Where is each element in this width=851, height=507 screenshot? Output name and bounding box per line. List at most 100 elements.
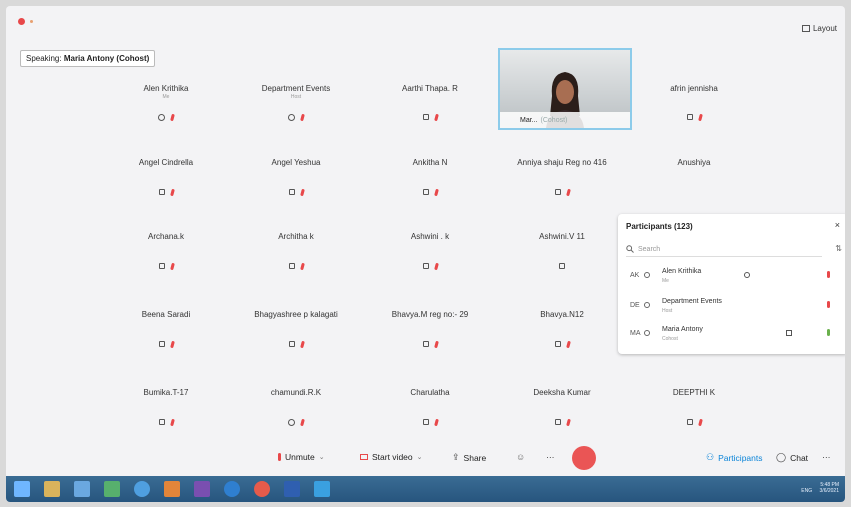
os-taskbar: ENG 5:48 PM 3/6/2021	[6, 476, 845, 502]
participant-tile[interactable]: Anniya shaju Reg no 416	[502, 158, 622, 228]
phone-icon	[158, 189, 165, 195]
file-explorer-icon[interactable]	[44, 481, 60, 497]
participants-button[interactable]: ⚇ Participants	[706, 452, 763, 463]
participant-tile[interactable]: Alen Krithika Me	[106, 84, 226, 154]
participant-name: Alen Krithika	[662, 268, 702, 275]
mic-muted-icon	[433, 340, 439, 349]
desktop-icon[interactable]	[74, 481, 90, 497]
video-name: Mar...	[520, 116, 538, 124]
word-icon[interactable]	[284, 481, 300, 497]
participant-role: Host	[662, 308, 673, 314]
mic-muted-icon	[169, 188, 175, 197]
top-bar: Layout	[6, 6, 845, 40]
participant-tile[interactable]: afrin jennisha	[634, 84, 754, 154]
mic-muted-icon	[433, 113, 439, 122]
speaking-name: Maria Antony (Cohost)	[63, 54, 150, 63]
participant-initials: DE	[630, 302, 640, 309]
participant-tile[interactable]: Bhagyashree p kalagati	[236, 310, 356, 380]
tile-name: Anushiya	[677, 158, 711, 167]
participant-tile[interactable]: Ashwini.V 11	[502, 232, 622, 302]
more-options-button[interactable]: ···	[822, 452, 831, 462]
participant-tile[interactable]: Angel Yeshua	[236, 158, 356, 228]
audio-icon	[644, 302, 650, 308]
participant-tile[interactable]: Aarthi Thapa. R	[370, 84, 490, 154]
mic-muted-icon	[169, 418, 175, 427]
tile-name: Department Events	[261, 84, 331, 93]
system-tray: ENG 5:48 PM 3/6/2021	[801, 482, 839, 494]
mic-active-icon[interactable]	[827, 329, 830, 336]
participant-row[interactable]: MA Maria Antony Cohost	[626, 324, 836, 350]
video-icon[interactable]	[786, 330, 792, 336]
participant-tile[interactable]: Archana.k	[106, 232, 226, 302]
phone-icon	[158, 419, 165, 425]
zoom-app-icon[interactable]	[314, 481, 330, 497]
close-icon[interactable]: ×	[835, 220, 840, 230]
tile-name: Alen Krithika	[143, 84, 189, 93]
phone-icon	[158, 263, 165, 269]
start-video-button[interactable]: Start video ⌄	[360, 452, 423, 462]
app-icon[interactable]	[104, 481, 120, 497]
start-menu-icon[interactable]	[14, 481, 30, 497]
participant-tile[interactable]: Bhavya.N12	[502, 310, 622, 380]
phone-icon	[422, 341, 429, 347]
tile-role: Me	[162, 94, 170, 100]
clock[interactable]: 5:48 PM 3/6/2021	[820, 482, 839, 494]
reactions-button[interactable]: ☺	[516, 452, 525, 462]
mic-muted-icon	[697, 418, 703, 427]
participants-search-input[interactable]: Search	[626, 242, 822, 257]
chrome-icon[interactable]	[254, 481, 270, 497]
participant-row[interactable]: DE Department Events Host	[626, 296, 836, 322]
leave-button[interactable]	[572, 446, 596, 470]
unmute-button[interactable]: Unmute ⌄	[278, 452, 325, 462]
onenote-icon[interactable]	[194, 481, 210, 497]
tile-name: Archana.k	[147, 232, 185, 241]
participant-tile[interactable]: Ankitha N	[370, 158, 490, 228]
mic-muted-icon	[565, 340, 571, 349]
language-indicator[interactable]: ENG	[801, 488, 812, 494]
meeting-toolbar: Unmute ⌄ Start video ⌄ ⇪ Share ☺ ··· ⚇ P…	[6, 442, 845, 478]
more-options-label: ···	[822, 452, 831, 462]
mic-muted-icon[interactable]	[827, 301, 830, 308]
search-placeholder: Search	[638, 245, 661, 253]
tile-name: chamundi.R.K	[270, 388, 322, 397]
participant-tile[interactable]: Architha k	[236, 232, 356, 302]
chat-button[interactable]: ◯ Chat	[776, 452, 808, 463]
mic-muted-icon	[433, 418, 439, 427]
tile-role: Host	[290, 94, 302, 100]
participant-row[interactable]: AK Alen Krithika Me	[626, 266, 836, 292]
tile-name: DEEPTHI K	[672, 388, 716, 397]
chevron-down-icon[interactable]: ⌄	[319, 453, 325, 461]
participants-label: Participants	[718, 452, 763, 463]
participants-panel: Participants (123) × Search ⇅ AK Alen Kr…	[618, 214, 845, 354]
paint-icon[interactable]	[164, 481, 180, 497]
participant-tile[interactable]: Angel Cindrella	[106, 158, 226, 228]
participant-name: Maria Antony	[662, 326, 703, 333]
phone-icon	[554, 189, 561, 195]
more-button[interactable]: ···	[546, 452, 555, 462]
participant-tile[interactable]: Department Events Host	[236, 84, 356, 154]
phone-icon	[686, 114, 693, 120]
status-dot-icon	[30, 20, 33, 23]
start-video-label: Start video	[372, 452, 413, 462]
sort-icon[interactable]: ⇅	[835, 244, 842, 253]
participant-tile[interactable]: Beena Saradi	[106, 310, 226, 380]
mic-muted-icon	[433, 188, 439, 197]
tile-name: Ashwini.V 11	[539, 232, 585, 241]
layout-button[interactable]: Layout	[801, 24, 837, 33]
participant-tile[interactable]: Ashwini . k	[370, 232, 490, 302]
mic-muted-icon	[169, 262, 175, 271]
active-speaker-video[interactable]: Mar... (Cohost)	[498, 48, 632, 130]
phone-icon	[422, 419, 429, 425]
video-role: (Cohost)	[540, 116, 568, 124]
participant-tile[interactable]: Bhavya.M reg no:- 29	[370, 310, 490, 380]
more-label: ···	[546, 452, 555, 462]
chevron-down-icon[interactable]: ⌄	[417, 453, 423, 461]
share-button[interactable]: ⇪ Share	[452, 452, 486, 463]
tile-name: Beena Saradi	[141, 310, 191, 319]
grid-icon	[801, 25, 810, 32]
audio-icon	[288, 419, 295, 426]
internet-explorer-icon[interactable]	[134, 481, 150, 497]
mic-muted-icon[interactable]	[827, 271, 830, 278]
edge-icon[interactable]	[224, 481, 240, 497]
mic-muted-icon	[299, 262, 305, 271]
